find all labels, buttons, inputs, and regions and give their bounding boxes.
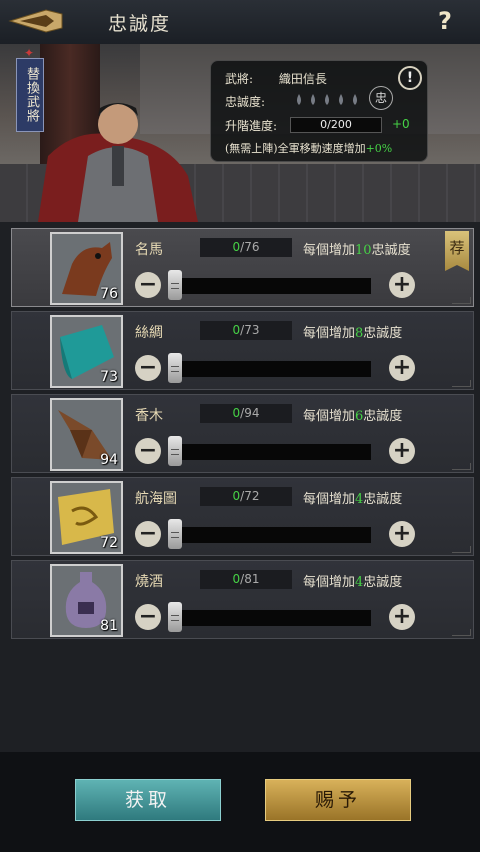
item-name: 航海圖 — [135, 491, 177, 507]
increase-button[interactable]: + — [389, 438, 415, 464]
liquor-bottle-icon: 81 — [50, 564, 123, 637]
slider-handle[interactable] — [168, 602, 182, 632]
item-quantity: 72 — [100, 535, 118, 551]
increase-button[interactable]: + — [389, 272, 415, 298]
item-name: 絲綢 — [135, 325, 163, 341]
army-speed-note: (無需上陣)全軍移動速度增加 — [225, 142, 366, 155]
loyalty-drops-icon — [293, 93, 361, 110]
loyalty-seal-icon[interactable]: 忠 — [369, 86, 393, 110]
item-quantity: 76 — [100, 286, 118, 302]
item-description: 每個增加4忠誠度 — [303, 575, 403, 590]
increase-button[interactable]: + — [389, 521, 415, 547]
get-button[interactable]: 获取 — [75, 779, 221, 821]
general-label: 武將: — [225, 72, 254, 86]
item-name: 香木 — [135, 408, 163, 424]
item-description: 每個增加8忠誠度 — [303, 326, 403, 341]
quantity-slider[interactable] — [169, 444, 371, 460]
top-bar: 忠誠度 ? — [0, 0, 480, 45]
decrease-button[interactable]: − — [135, 272, 161, 298]
incense-wood-icon: 94 — [50, 398, 123, 471]
back-button[interactable] — [6, 6, 66, 36]
item-count: 0/94 — [200, 404, 292, 423]
footer-bar: 获取 赐予 — [0, 752, 480, 852]
army-speed-bonus: +0% — [365, 142, 393, 155]
quantity-slider[interactable] — [169, 278, 371, 294]
item-quantity: 81 — [100, 618, 118, 634]
item-name: 名馬 — [135, 242, 163, 258]
item-quantity: 94 — [100, 452, 118, 468]
slider-handle[interactable] — [168, 270, 182, 300]
quantity-slider[interactable] — [169, 361, 371, 377]
item-count: 0/81 — [200, 570, 292, 589]
corner-decoration — [452, 546, 471, 553]
silk-icon: 73 — [50, 315, 123, 388]
slider-handle[interactable] — [168, 519, 182, 549]
back-arrow-icon — [8, 9, 63, 33]
general-portrait — [38, 103, 198, 222]
help-button[interactable]: ? — [433, 8, 457, 34]
decrease-button[interactable]: − — [135, 355, 161, 381]
increase-button[interactable]: + — [389, 355, 415, 381]
give-button[interactable]: 赐予 — [265, 779, 411, 821]
item-count: 0/72 — [200, 487, 292, 506]
corner-decoration — [452, 629, 471, 636]
slider-handle[interactable] — [168, 353, 182, 383]
increase-button[interactable]: + — [389, 604, 415, 630]
list-item-liquor[interactable]: 81 燒酒 0/81 每個增加4忠誠度 − + — [11, 560, 474, 639]
corner-decoration — [452, 297, 471, 304]
list-item-horse[interactable]: 76 名馬 0/76 每個增加10忠誠度 − + 荐 — [11, 228, 474, 307]
horse-icon: 76 — [50, 232, 123, 305]
item-count: 0/76 — [200, 238, 292, 257]
promotion-progress: 0/200 — [290, 117, 382, 133]
list-item-incense-wood[interactable]: 94 香木 0/94 每個增加6忠誠度 − + — [11, 394, 474, 473]
list-item-sea-chart[interactable]: 72 航海圖 0/72 每個增加4忠誠度 − + — [11, 477, 474, 556]
slider-handle[interactable] — [168, 436, 182, 466]
decrease-button[interactable]: − — [135, 438, 161, 464]
general-info-panel: 武將: 織田信長 忠誠度: 升階進度: (無需上陣)全軍移動速度增加+0% — [210, 60, 428, 162]
item-description: 每個增加10忠誠度 — [303, 243, 411, 258]
warning-icon[interactable]: ! — [398, 66, 422, 90]
item-count: 0/73 — [200, 321, 292, 340]
item-description: 每個增加6忠誠度 — [303, 409, 403, 424]
quantity-slider[interactable] — [169, 527, 371, 543]
item-name: 燒酒 — [135, 574, 163, 590]
corner-decoration — [452, 463, 471, 470]
page-title: 忠誠度 — [108, 13, 172, 35]
promotion-bonus: +0 — [392, 117, 410, 131]
promotion-label: 升階進度: — [225, 119, 278, 133]
recommended-badge: 荐 — [445, 231, 469, 271]
list-item-silk[interactable]: 73 絲綢 0/73 每個增加8忠誠度 − + — [11, 311, 474, 390]
quantity-slider[interactable] — [169, 610, 371, 626]
loyalty-drop-icons — [297, 94, 357, 105]
loyalty-label: 忠誠度: — [225, 95, 266, 109]
item-description: 每個增加4忠誠度 — [303, 492, 403, 507]
corner-decoration — [452, 380, 471, 387]
general-name: 織田信長 — [278, 72, 327, 86]
sea-chart-icon: 72 — [50, 481, 123, 554]
decrease-button[interactable]: − — [135, 604, 161, 630]
item-quantity: 73 — [100, 369, 118, 385]
decrease-button[interactable]: − — [135, 521, 161, 547]
